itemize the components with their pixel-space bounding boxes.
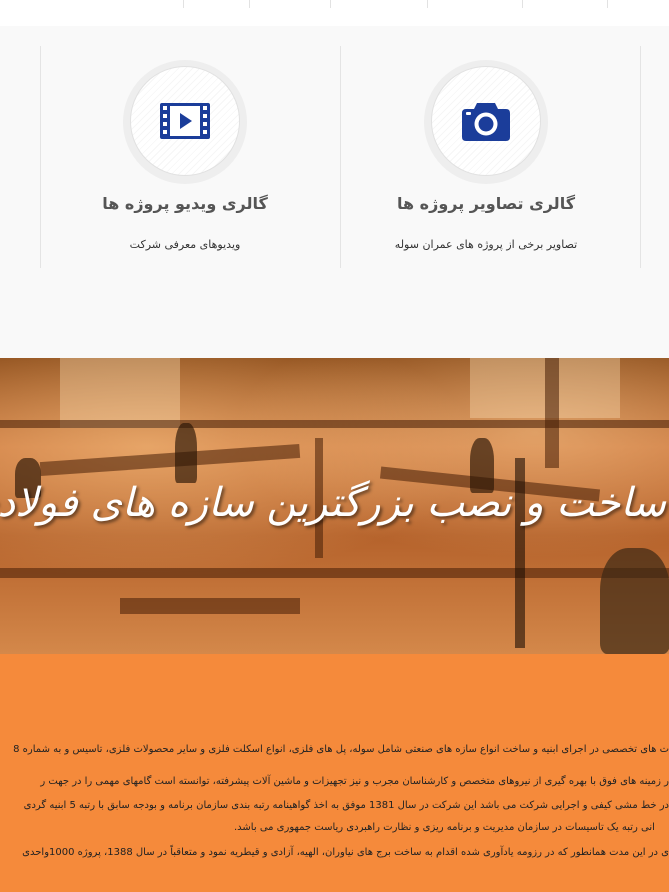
- steel-beam: [39, 443, 301, 477]
- nav-divider: [330, 0, 331, 8]
- nav-divider: [427, 0, 428, 8]
- gallery-section: گالری تصاویر پروژه ها تصاویر برخی از پرو…: [0, 26, 669, 358]
- photo-gallery-card[interactable]: گالری تصاویر پروژه ها تصاویر برخی از پرو…: [336, 46, 636, 268]
- photo-gallery-icon-circle[interactable]: [431, 66, 541, 176]
- nav-divider: [522, 0, 523, 8]
- about-line: ی در این مدت همانطور که در رزومه یادآوری…: [22, 847, 669, 858]
- video-gallery-card[interactable]: گالری ویدیو پروژه ها ویدیوهای معرفی شرکت: [35, 46, 335, 268]
- video-gallery-title[interactable]: گالری ویدیو پروژه ها: [35, 194, 335, 213]
- photo-gallery-subtitle: تصاویر برخی از پروژه های عمران سوله: [394, 238, 578, 251]
- steel-beam: [0, 420, 669, 428]
- steel-column: [545, 358, 559, 468]
- about-line: انی رتبه یک تاسیسات در سازمان مدیریت و ب…: [234, 822, 655, 833]
- hero-banner: ساخت و نصب بزرگترین سازه های فولادی: [0, 358, 669, 654]
- worker-figure: [175, 423, 197, 483]
- video-gallery-subtitle: ویدیوهای معرفی شرکت: [129, 238, 241, 251]
- banner-title: ساخت و نصب بزرگترین سازه های فولادی: [0, 480, 666, 526]
- film-icon: [160, 103, 210, 139]
- worker-figure: [600, 548, 669, 654]
- video-gallery-icon-circle[interactable]: [130, 66, 240, 176]
- camera-icon: [462, 103, 510, 141]
- steel-beam: [120, 598, 300, 614]
- top-navbar: [0, 0, 669, 26]
- about-line: ر زمینه های فوق با بهره گیری از نیروهای …: [40, 776, 669, 787]
- nav-divider: [249, 0, 250, 8]
- workshop-light: [60, 358, 180, 428]
- nav-divider: [607, 0, 608, 8]
- photo-gallery-title[interactable]: گالری تصاویر پروژه ها: [336, 194, 636, 213]
- about-section: ت های تخصصی در اجرای ابنیه و ساخت انواع …: [0, 654, 669, 892]
- about-line: در خط مشی کیفی و اجرایی شرکت می باشد این…: [23, 800, 669, 811]
- steel-beam: [0, 568, 669, 578]
- nav-divider: [183, 0, 184, 8]
- divider: [640, 46, 641, 268]
- about-line: ت های تخصصی در اجرای ابنیه و ساخت انواع …: [13, 744, 669, 755]
